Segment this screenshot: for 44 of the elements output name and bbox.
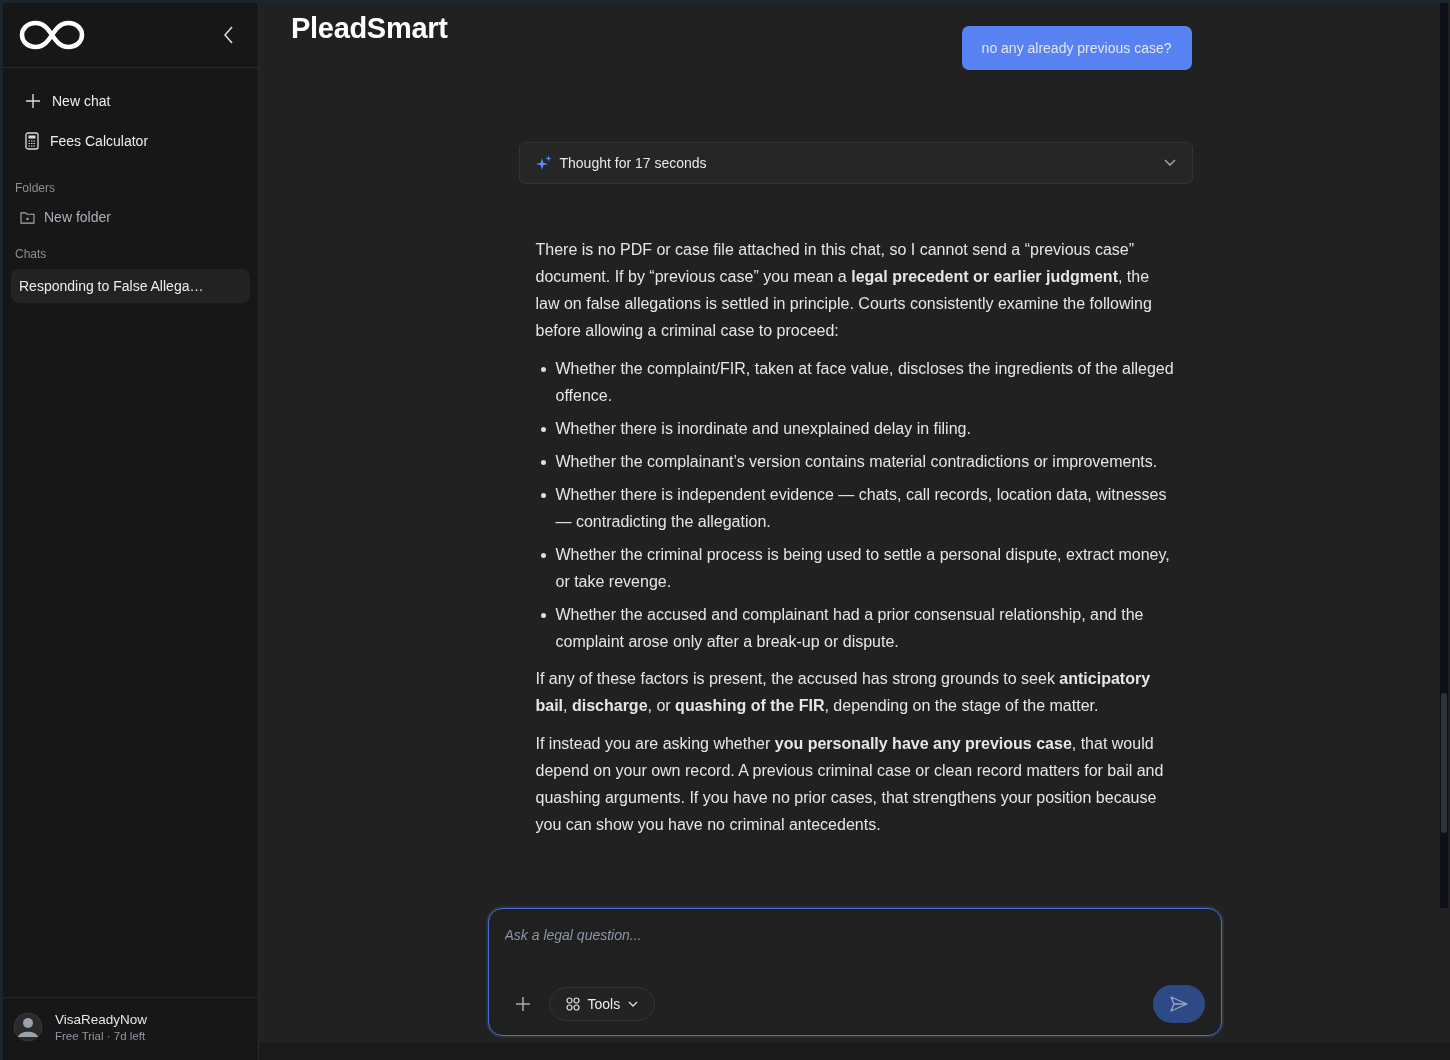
chevron-left-icon[interactable]: [224, 26, 234, 44]
bullet-icon: [540, 367, 546, 372]
bullet-icon: [540, 427, 546, 432]
user-profile[interactable]: VisaReadyNow Free Trial · 7d left: [3, 997, 258, 1060]
bullet-icon: [540, 613, 546, 618]
user-message: no any already previous case?: [961, 26, 1192, 70]
grid-icon: [565, 997, 580, 1011]
list-item: Whether the accused and complainant had a prior consensual relationship, and the complaint arose only after a break-up or dispute.: [555, 605, 1145, 652]
thought-toggle[interactable]: Thought for 17 seconds: [518, 142, 1193, 184]
chevron-down-icon: [628, 1001, 639, 1007]
sparkle-icon: [535, 155, 552, 171]
chat-item[interactable]: Responding to False Allega…: [11, 269, 250, 303]
question-input[interactable]: Ask a legal question...: [488, 909, 1221, 953]
send-button[interactable]: [1152, 985, 1205, 1023]
bullet-icon: [540, 553, 546, 558]
folder-icon: [20, 210, 35, 224]
answer-paragraph: If instead you are asking whether you personally have any previous case, that would depend on your own record. A previous criminal case or clean record matters for bail and quashing arguments. If you have no prior cases, that strengthens your position because you can show you have no criminal antecedents.: [535, 734, 1165, 835]
sidebar-item[interactable]: Fees Calculator: [3, 121, 258, 161]
tools-button[interactable]: Tools: [548, 987, 656, 1021]
infinity-logo-icon: [19, 19, 85, 51]
send-icon: [1168, 994, 1189, 1014]
list-item: Whether the criminal process is being used to settle a personal dispute, extract money, or take revenge.: [555, 545, 1171, 592]
app-title: PleadSmart: [291, 12, 448, 45]
bullet-icon: [540, 460, 546, 465]
section-heading: Folders: [14, 180, 56, 197]
folder-item[interactable]: New folder: [3, 203, 258, 235]
answer-paragraph: If any of these factors is present, the accused has strong grounds to seek anticipatory bail, discharge, or quashing of the FIR, depending on the stage of the matter.: [535, 669, 1152, 716]
avatar-icon: [13, 1012, 43, 1042]
plan-status: Free Trial · 7d left: [55, 1030, 147, 1042]
list-item: Whether there is independent evidence — chats, call records, location data, witnesses — contradicting the allegation.: [555, 485, 1168, 532]
scrollbar[interactable]: [1440, 3, 1448, 908]
plus-icon[interactable]: [514, 996, 531, 1012]
chevron-down-icon: [1163, 159, 1176, 167]
list-item: Whether the complaint/FIR, taken at face value, discloses the ingredients of the alleged offence.: [555, 359, 1175, 406]
list-item: Whether the complainant’s version contains material contradictions or improvements.: [555, 452, 1158, 472]
answer-paragraph: There is no PDF or case file attached in this chat, so I cannot send a “previous case” document. If by “previous case” you mean a legal precedent or earlier judgment, the law on false allegations is settled in principle. Courts consistently examine the following before allowing a criminal case to proceed:: [535, 240, 1153, 341]
user-name: VisaReadyNow: [55, 1012, 148, 1027]
new-chat-button[interactable]: New chat: [3, 81, 258, 121]
section-heading: Chats: [14, 246, 48, 263]
calculator-icon: [25, 132, 39, 150]
list-item: Whether there is inordinate and unexplained delay in filing.: [555, 419, 971, 439]
message-composer[interactable]: Ask a legal question... Tools: [487, 908, 1222, 1036]
plus-icon: [25, 93, 41, 109]
bullet-icon: [540, 493, 546, 498]
